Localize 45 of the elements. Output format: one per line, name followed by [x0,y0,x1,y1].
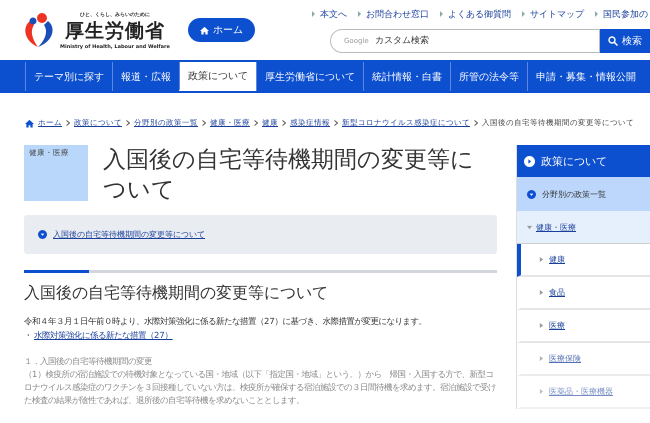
intro-text: 令和４年３月１日午前０時より、水際対策強化に係る新たな措置（27）に基づき、水際措置が変更になります。 [24,316,428,327]
logo-name: 厚生労働省 [64,18,165,44]
caret-icon [539,323,544,328]
utility-link[interactable]: サイトマップ [522,8,584,20]
caret-icon [539,290,544,295]
chevron-icon [202,120,206,126]
home-icon [200,26,209,34]
nav-tab[interactable]: 所管の法令等 [450,62,527,91]
search-button[interactable]: 検索 [600,28,650,52]
bullet: ・ [24,330,32,341]
utility-link[interactable]: 本文へ [312,8,347,20]
home-button[interactable]: ホーム [188,18,255,42]
down-circle-icon [38,230,47,239]
chevron-icon [66,120,70,126]
section-subheading: １．入国後の自宅等待機期間の変更 [24,355,153,368]
chevron-icon [126,120,130,126]
right-circle-icon [524,156,535,166]
chevron-icon [282,120,286,126]
section-heading: 入国後の自宅等待機期間の変更等について [24,283,329,304]
sidebar-group[interactable]: 健康・医療 [517,211,650,244]
body-link[interactable]: 水際対策強化に係る新たな措置（27） [34,330,173,341]
nav-tab[interactable]: 統計情報・白書 [363,62,450,91]
utility-link[interactable]: お問合わせ窓口 [358,8,429,20]
home-icon [25,118,34,128]
chevron-icon [474,120,478,126]
nav-tab[interactable]: 厚生労働省について [256,62,363,91]
sidebar-section[interactable]: 分野別の政策一覧 [517,177,650,211]
caret-icon [539,389,544,394]
sidebar-item[interactable]: 健康 [517,244,650,277]
nav-tab[interactable]: 申請・募集・情報公開 [527,62,644,91]
nav-tab[interactable]: 政策について [179,62,256,91]
utility-link[interactable]: 国民参加の [595,8,648,20]
page-title: 入国後の自宅等待機期間の変更等について [103,146,475,205]
chevron-icon [334,120,338,126]
search-icon [608,36,618,46]
chevron-icon [254,120,258,126]
nav-tab[interactable]: テーマ別に探す [25,62,112,91]
utility-link[interactable]: よくある御質問 [440,8,511,20]
body-paragraph: （1）検疫所の宿泊施設での待機対象となっている国・地域（以下「指定国・地域」という。）から 帰国・入国する方で、新型コロナウイルス感染症のワクチンを３回接種していない方は、検疫所が確保する宿泊施設での３日間待機を求めます。宿泊施設で受けた検査の結果が陰性であれば、退所後の自宅等待機を求めないこととします。 [24,368,497,407]
sidebar-title: 政策について [517,145,650,177]
caret-icon [539,356,544,361]
down-circle-icon [527,190,536,198]
toc-link[interactable]: 入国後の自宅等待機期間の変更等について [53,229,205,240]
caret-icon [539,257,544,262]
caret-icon [527,224,532,230]
